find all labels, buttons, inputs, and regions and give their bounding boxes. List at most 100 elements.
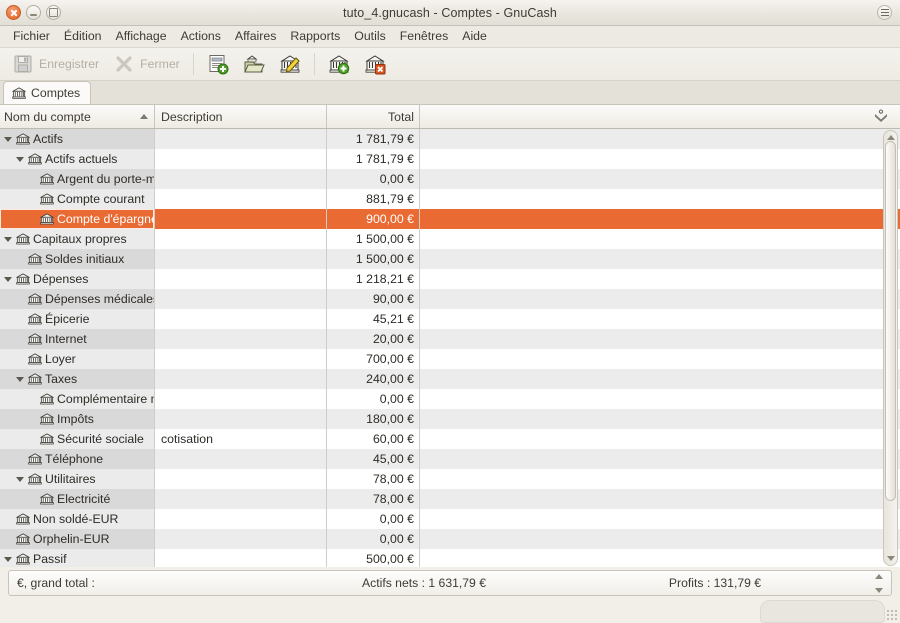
table-row[interactable]: Complémentaire maladie 0,00 € [0,389,900,409]
table-row[interactable]: Internet 20,00 € [0,329,900,349]
cell-total[interactable]: 1 781,79 € [327,129,420,149]
cell-account-name[interactable]: Compte courant [0,189,155,209]
table-row[interactable]: Orphelin-EUR 0,00 € [0,529,900,549]
cell-account-name[interactable]: Argent du porte-monnaie [0,169,155,189]
menu-affichage[interactable]: Affichage [109,27,174,46]
save-button[interactable]: Enregistrer [6,50,105,78]
cell-total[interactable]: 700,00 € [327,349,420,369]
cell-description[interactable] [155,229,327,249]
cell-total[interactable]: 20,00 € [327,329,420,349]
cell-account-name[interactable]: Actifs [0,129,155,149]
expander-open-icon[interactable] [2,549,13,567]
expander-open-icon[interactable] [2,269,13,289]
spin-updown-icon[interactable] [873,574,885,593]
table-row[interactable]: Impôts180,00 € [0,409,900,429]
cell-account-name[interactable]: Soldes initiaux [0,249,155,269]
expander-open-icon[interactable] [14,369,25,389]
cell-account-name[interactable]: Téléphone [0,449,155,469]
menu-outils[interactable]: Outils [347,27,392,46]
cell-account-name[interactable]: Dépenses médicales [0,289,155,309]
cell-account-name[interactable]: Loyer [0,349,155,369]
cell-description[interactable] [155,409,327,429]
cell-account-name[interactable]: Orphelin-EUR [0,529,155,549]
expander-open-icon[interactable] [14,149,25,169]
column-header-total[interactable]: Total [327,105,420,128]
cell-total[interactable]: 45,00 € [327,449,420,469]
table-row[interactable]: Non soldé-EUR0,00 € [0,509,900,529]
cell-description[interactable] [155,209,327,229]
cell-description[interactable] [155,149,327,169]
table-row[interactable]: Passif500,00 € [0,549,900,567]
table-row[interactable]: Soldes initiaux 1 500,00 € [0,249,900,269]
new-file-button[interactable] [201,50,235,78]
cell-total[interactable]: 180,00 € [327,409,420,429]
cell-description[interactable] [155,529,327,549]
cell-account-name[interactable]: Actifs actuels [0,149,155,169]
cell-account-name[interactable]: Utilitaires [0,469,155,489]
column-header-name[interactable]: Nom du compte [0,105,155,128]
cell-description[interactable] [155,309,327,329]
table-row[interactable]: Argent du porte-monnaie 0,00 € [0,169,900,189]
cell-description[interactable] [155,369,327,389]
cell-total[interactable]: 1 781,79 € [327,149,420,169]
menu-rapports[interactable]: Rapports [283,27,347,46]
cell-total[interactable]: 0,00 € [327,169,420,189]
cell-total[interactable]: 78,00 € [327,469,420,489]
table-row[interactable]: Actifs actuels 1 781,79 € [0,149,900,169]
close-tab-button[interactable]: Fermer [107,50,186,78]
menu-fenetres[interactable]: Fenêtres [393,27,456,46]
table-row[interactable]: Sécurité socialecotisation60,00 € [0,429,900,449]
expander-open-icon[interactable] [2,229,13,249]
tab-comptes[interactable]: Comptes [3,81,91,104]
cell-account-name[interactable]: Electricité [0,489,155,509]
tree-vertical-scrollbar[interactable] [883,130,898,566]
cell-total[interactable]: 1 218,21 € [327,269,420,289]
cell-total[interactable]: 60,00 € [327,429,420,449]
cell-account-name[interactable]: Taxes [0,369,155,389]
cell-description[interactable] [155,289,327,309]
table-row[interactable]: Taxes 240,00 € [0,369,900,389]
cell-total[interactable]: 240,00 € [327,369,420,389]
cell-description[interactable] [155,249,327,269]
hamburger-menu-icon[interactable] [877,5,892,20]
cell-total[interactable]: 0,00 € [327,529,420,549]
menu-affaires[interactable]: Affaires [228,27,283,46]
cell-description[interactable]: cotisation [155,429,327,449]
cell-account-name[interactable]: Compte d'épargne [0,209,155,229]
cell-description[interactable] [155,389,327,409]
cell-total[interactable]: 0,00 € [327,389,420,409]
cell-total[interactable]: 45,21 € [327,309,420,329]
cell-description[interactable] [155,329,327,349]
cell-account-name[interactable]: Internet [0,329,155,349]
column-header-description[interactable]: Description [155,105,327,128]
cell-total[interactable]: 900,00 € [327,209,420,229]
scroll-down-icon[interactable] [886,554,895,563]
cell-account-name[interactable]: Sécurité sociale [0,429,155,449]
table-row[interactable]: Dépenses1 218,21 € [0,269,900,289]
table-row[interactable]: Actifs 1 781,79 € [0,129,900,149]
cell-description[interactable] [155,129,327,149]
cell-total[interactable]: 881,79 € [327,189,420,209]
maximize-icon[interactable] [46,5,61,20]
delete-account-button[interactable] [358,50,392,78]
scrollbar-thumb[interactable] [885,141,896,501]
open-file-button[interactable] [237,50,271,78]
cell-description[interactable] [155,489,327,509]
cell-description[interactable] [155,269,327,289]
cell-description[interactable] [155,349,327,369]
cell-total[interactable]: 78,00 € [327,489,420,509]
menu-aide[interactable]: Aide [455,27,494,46]
cell-total[interactable]: 1 500,00 € [327,229,420,249]
table-row[interactable]: Compte d'épargne 900,00 € [0,209,900,229]
cell-total[interactable]: 500,00 € [327,549,420,567]
cell-account-name[interactable]: Complémentaire maladie [0,389,155,409]
table-row[interactable]: Capitaux propres1 500,00 € [0,229,900,249]
cell-total[interactable]: 1 500,00 € [327,249,420,269]
cell-description[interactable] [155,449,327,469]
cell-description[interactable] [155,549,327,567]
cell-account-name[interactable]: Non soldé-EUR [0,509,155,529]
cell-description[interactable] [155,469,327,489]
cell-description[interactable] [155,169,327,189]
table-row[interactable]: Téléphone 45,00 € [0,449,900,469]
expander-open-icon[interactable] [2,129,13,149]
